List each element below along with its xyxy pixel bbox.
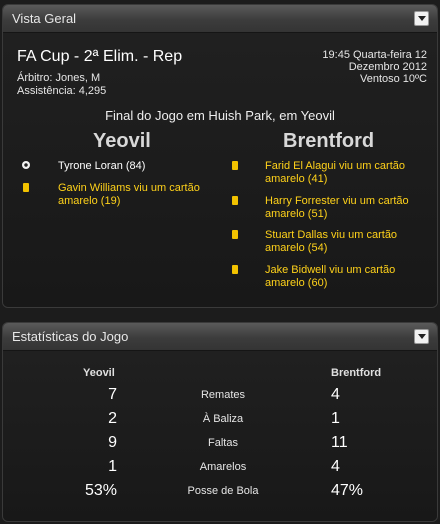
stat-label: Amarelos	[199, 461, 247, 473]
stats-home-team: Yeovil	[83, 367, 115, 379]
ball-icon	[22, 161, 30, 169]
stats-title: Estatísticas do Jogo	[12, 329, 129, 344]
match-time: 19:45 Quarta-feira 12	[322, 49, 427, 61]
stat-label: Faltas	[208, 437, 238, 449]
away-event-card[interactable]: Farid El Alagui viu um cartão amarelo (4…	[265, 160, 425, 186]
yellow-card-icon	[232, 161, 238, 170]
home-event-card[interactable]: Gavin Williams viu um cartão amarelo (19…	[58, 182, 228, 208]
final-result-text: Final do Jogo em Huish Park, em Yeovil	[105, 108, 335, 123]
yellow-card-icon	[232, 196, 238, 205]
stat-away-value: 11	[331, 434, 348, 451]
home-team-name[interactable]: Yeovil	[93, 130, 151, 153]
stat-home-value: 1	[108, 458, 117, 475]
overview-title: Vista Geral	[12, 11, 77, 26]
stats-panel: Estatísticas do Jogo Yeovil Brentford 7 …	[2, 322, 438, 522]
stat-home-value: 9	[108, 434, 117, 451]
overview-panel: Vista Geral FA Cup - 2ª Elim. - Rep Árbi…	[2, 4, 438, 308]
stats-body: Yeovil Brentford 7 Remates 4 2 À Baliza …	[3, 351, 437, 521]
away-event-card[interactable]: Jake Bidwell viu um cartão amarelo (60)	[265, 264, 425, 290]
stat-row: 9 Faltas 11	[3, 434, 437, 454]
stat-away-value: 4	[331, 386, 340, 403]
overview-body: FA Cup - 2ª Elim. - Rep Árbitro: Jones, …	[3, 33, 437, 307]
stats-away-team: Brentford	[331, 367, 382, 379]
yellow-card-icon	[23, 183, 29, 192]
attendance-label: Assistência: 4,295	[17, 85, 107, 97]
stat-away-value: 47%	[331, 482, 364, 499]
stat-home-value: 53%	[84, 482, 117, 499]
stat-home-value: 7	[108, 386, 117, 403]
overview-header: Vista Geral	[3, 5, 437, 33]
match-date: Dezembro 2012	[348, 61, 427, 73]
stat-row: 1 Amarelos 4	[3, 458, 437, 478]
stat-row: 2 À Baliza 1	[3, 410, 437, 430]
stat-label: Remates	[200, 389, 246, 401]
collapse-overview-button[interactable]	[414, 11, 429, 26]
away-event-card[interactable]: Stuart Dallas viu um cartão amarelo (54)	[265, 229, 425, 255]
weather-label: Ventoso 10ºC	[359, 73, 427, 85]
stat-label: À Baliza	[202, 413, 244, 425]
stat-away-value: 1	[331, 410, 340, 427]
away-team-name[interactable]: Brentford	[283, 130, 374, 153]
stat-label: Posse de Bola	[187, 485, 259, 497]
stats-header: Estatísticas do Jogo	[3, 323, 437, 351]
collapse-stats-button[interactable]	[414, 329, 429, 344]
stat-home-value: 2	[108, 410, 117, 427]
stat-row: 7 Remates 4	[3, 386, 437, 406]
stat-away-value: 4	[331, 458, 340, 475]
referee-label: Árbitro: Jones, M	[17, 72, 101, 84]
yellow-card-icon	[232, 230, 238, 239]
competition-title: FA Cup - 2ª Elim. - Rep	[17, 48, 183, 65]
away-event-card[interactable]: Harry Forrester viu um cartão amarelo (5…	[265, 195, 425, 221]
yellow-card-icon	[232, 265, 238, 274]
stat-row: 53% Posse de Bola 47%	[3, 482, 437, 502]
home-event-goal[interactable]: Tyrone Loran (84)	[58, 160, 228, 173]
